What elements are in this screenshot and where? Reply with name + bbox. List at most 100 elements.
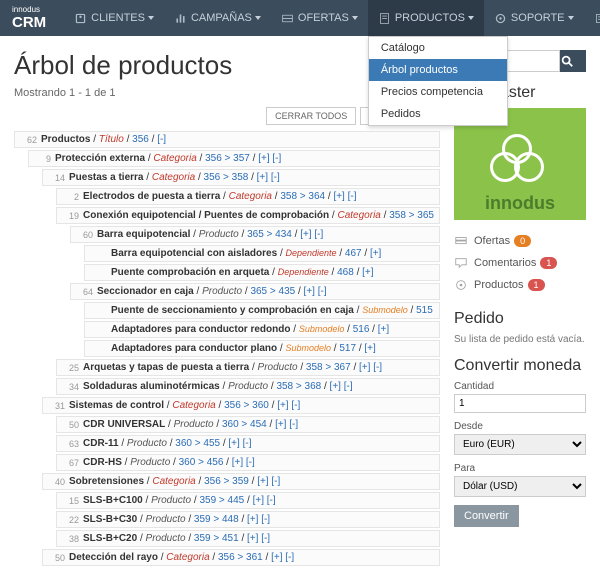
tree-toggle[interactable]: [+] [-]	[271, 552, 294, 563]
tree-num: 63	[61, 439, 79, 449]
tree-row[interactable]: 31Sistemas de control / Categoria / 356 …	[42, 397, 440, 414]
tree-toggle[interactable]: [+] [-]	[247, 533, 270, 544]
to-label: Para	[454, 463, 586, 474]
side-item-productos[interactable]: Productos 1	[454, 274, 586, 296]
tree-row[interactable]: 62Productos / Título / 356 / [-]	[14, 131, 440, 148]
tree-row[interactable]: 9Protección externa / Categoria / 356 > …	[28, 150, 440, 167]
nav-ofertas[interactable]: OFERTAS	[271, 0, 368, 36]
side-label: Productos	[474, 279, 524, 291]
tree-text: Sobretensiones / Categoria / 356 > 359 /…	[69, 476, 435, 487]
tree-num: 15	[61, 496, 79, 506]
qty-input[interactable]	[454, 394, 586, 413]
tree-row[interactable]: 19Conexión equipotencial / Puentes de co…	[56, 207, 440, 224]
dropdown-item[interactable]: Catálogo	[369, 37, 507, 59]
tree-text: Adaptadores para conductor redondo / Sub…	[111, 324, 435, 335]
nav-campañas[interactable]: CAMPAÑAS	[164, 0, 271, 36]
tree-toggle[interactable]: [+] [-]	[275, 419, 298, 430]
tree-toggle[interactable]: [+]	[378, 324, 389, 335]
nav-label: PRODUCTOS	[395, 12, 465, 24]
tree-toggle[interactable]: [+] [-]	[228, 438, 251, 449]
tree-row[interactable]: 14Puestas a tierra / Categoria / 356 > 3…	[42, 169, 440, 186]
tree-toggle[interactable]: [+] [-]	[330, 381, 353, 392]
tree-toggle[interactable]: [+]	[364, 343, 375, 354]
tree-text: Barra equipotencial / Producto / 365 > 4…	[97, 229, 435, 240]
dropdown-item[interactable]: Precios competencia	[369, 81, 507, 103]
nav-clientes[interactable]: CLIENTES	[64, 0, 164, 36]
tree-row[interactable]: 60Barra equipotencial / Producto / 365 >…	[70, 226, 440, 243]
tree-row[interactable]: Barra equipotencial con aisladores / Dep…	[84, 245, 440, 262]
tree-toggle[interactable]: [+] [-]	[257, 172, 280, 183]
tree-row[interactable]: Puente de seccionamiento y comprobación …	[84, 302, 440, 319]
tree-toggle[interactable]: [+] [-]	[253, 495, 276, 506]
tree-toggle[interactable]: [+] [-]	[304, 286, 327, 297]
tree-num: 50	[47, 553, 65, 563]
nav-left: CLIENTES CAMPAÑAS OFERTASPRODUCTOSCatálogo…	[64, 0, 600, 36]
tree-row[interactable]: 67CDR-HS / Producto / 360 > 456 / [+] [-…	[56, 454, 440, 471]
tree-toggle[interactable]: [+] [-]	[247, 514, 270, 525]
tree-toggle[interactable]: [+] [-]	[277, 400, 300, 411]
dropdown-item[interactable]: Pedidos	[369, 103, 507, 125]
badge: 0	[514, 235, 531, 247]
tree-text: Electrodos de puesta a tierra / Categori…	[83, 191, 435, 202]
tree-row[interactable]: 50 CDR UNIVERSAL / Producto / 360 > 454 /…	[56, 416, 440, 433]
side-item-ofertas[interactable]: Ofertas 0	[454, 230, 586, 252]
tree-row[interactable]: Puente comprobación en arqueta / Dependi…	[84, 264, 440, 281]
nav-label: CAMPAÑAS	[191, 12, 252, 24]
tree-row[interactable]: 2Electrodos de puesta a tierra / Categor…	[56, 188, 440, 205]
to-select[interactable]: Dólar (USD)	[454, 476, 586, 497]
tree-toggle[interactable]: [+]	[362, 267, 373, 278]
convert-button[interactable]: Convertir	[454, 505, 519, 527]
nav-soporte[interactable]: SOPORTE	[484, 0, 584, 36]
badge: 1	[528, 279, 545, 291]
tree-toggle[interactable]: [+]	[370, 248, 381, 259]
tree-toggle[interactable]: [+] [-]	[300, 229, 323, 240]
tree-row[interactable]: 63 CDR-11 / Producto / 360 > 455 / [+] [-…	[56, 435, 440, 452]
logo-text: innodus	[485, 193, 555, 214]
tree-row[interactable]: 25Arquetas y tapas de puesta a tierra / …	[56, 359, 440, 376]
tree-row[interactable]: 38SLS-B+C20 / Producto / 359 > 451 / [+]…	[56, 530, 440, 547]
nav-icon	[378, 12, 391, 25]
tree-text: Puente comprobación en arqueta / Dependi…	[111, 267, 435, 278]
tree-row[interactable]: 22SLS-B+C30 / Producto / 359 > 448 / [+]…	[56, 511, 440, 528]
close-all-button[interactable]: CERRAR TODOS	[266, 107, 356, 125]
tree-text: SLS-B+C20 / Producto / 359 > 451 / [+] […	[83, 533, 435, 544]
nav-icon	[494, 12, 507, 25]
side-label: Comentarios	[474, 257, 536, 269]
sidebar: Webmaster innodus Ofertas0Comentarios1Pr…	[454, 50, 586, 568]
tree-row[interactable]: 15SLS-B+C100 / Producto / 359 > 445 / [+…	[56, 492, 440, 509]
brand[interactable]: innodus CRM	[12, 6, 46, 30]
tree-row[interactable]: Adaptadores para conductor plano / Submo…	[84, 340, 440, 357]
main: Árbol de productos Mostrando 1 - 1 de 1 …	[14, 50, 440, 568]
tree-num: 19	[61, 211, 79, 221]
side-label: Ofertas	[474, 235, 510, 247]
nav-notas[interactable]: NOTAS	[584, 0, 600, 36]
tree-row[interactable]: 64Seccionador en caja / Producto / 365 >…	[70, 283, 440, 300]
tree-text: CDR-HS / Producto / 360 > 456 / [+] [-]	[83, 457, 435, 468]
tree-toggle[interactable]: [+] [-]	[333, 191, 356, 202]
tree-toggle[interactable]: [+] [-]	[257, 476, 280, 487]
tree-text: Seccionador en caja / Producto / 365 > 4…	[97, 286, 435, 297]
search-button[interactable]	[560, 50, 586, 72]
nav-label: CLIENTES	[91, 12, 145, 24]
tree-text: CDR-11 / Producto / 360 > 455 / [+] [-]	[83, 438, 435, 449]
side-item-comentarios[interactable]: Comentarios1	[454, 252, 586, 274]
search-icon	[560, 54, 574, 68]
tree-text: Soldaduras aluminotérmicas / Producto / …	[83, 381, 435, 392]
tree-toggle[interactable]: [+] [-]	[232, 457, 255, 468]
tree-text: Barra equipotencial con aisladores / Dep…	[111, 248, 435, 259]
tree-toggle[interactable]: [+] [-]	[258, 153, 281, 164]
dropdown-item[interactable]: Árbol productos	[369, 59, 507, 81]
tree-row[interactable]: 50Detección del rayo / Categoria / 356 >…	[42, 549, 440, 566]
tree-toggle[interactable]: [+] [-]	[359, 362, 382, 373]
tree-num: 25	[61, 363, 79, 373]
from-select[interactable]: Euro (EUR)	[454, 434, 586, 455]
tree-num: 14	[47, 173, 65, 183]
tree-row[interactable]: 34Soldaduras aluminotérmicas / Producto …	[56, 378, 440, 395]
tree-num: 40	[47, 477, 65, 487]
tree-toggle[interactable]: [-]	[157, 134, 166, 145]
tree-row[interactable]: Adaptadores para conductor redondo / Sub…	[84, 321, 440, 338]
tree-num: 50	[61, 420, 79, 430]
tree-text: CDR UNIVERSAL / Producto / 360 > 454 / […	[83, 419, 435, 430]
tree-row[interactable]: 40 Sobretensiones / Categoria / 356 > 359…	[42, 473, 440, 490]
nav-productos[interactable]: PRODUCTOSCatálogoÁrbol productosPrecios …	[368, 0, 484, 36]
